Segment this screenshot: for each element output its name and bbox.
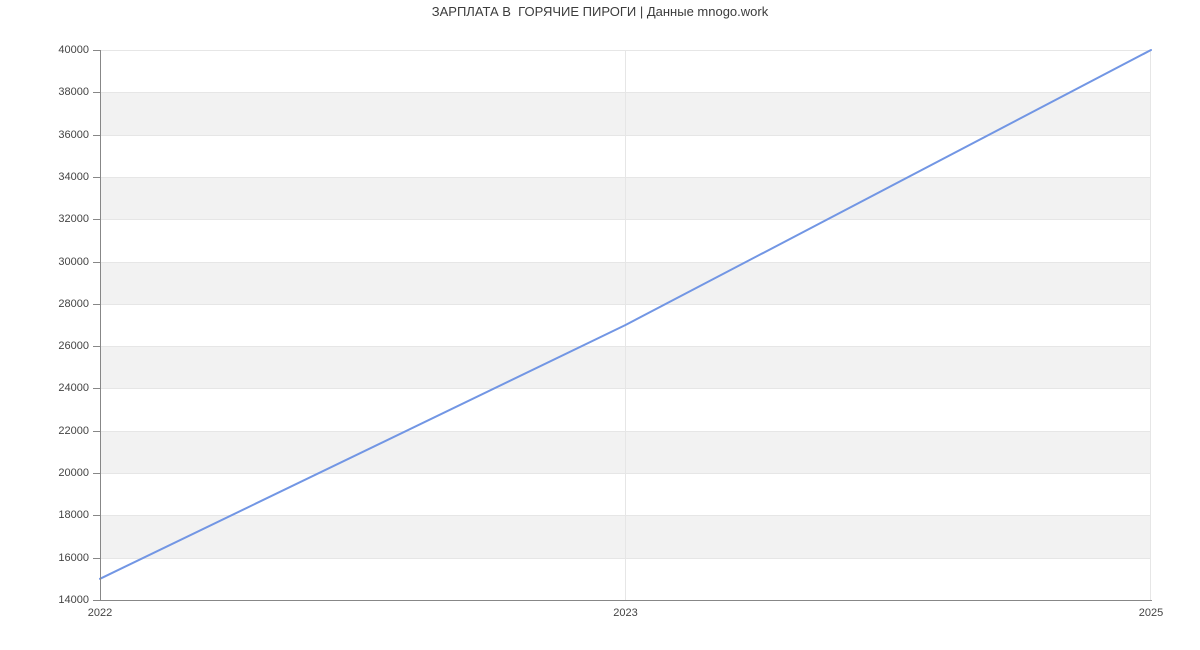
y-tick-mark [93, 50, 100, 51]
y-tick-label: 24000 [58, 382, 89, 395]
chart-title: ЗАРПЛАТА В ГОРЯЧИЕ ПИРОГИ | Данные mnogo… [431, 4, 769, 19]
y-tick-label: 36000 [58, 128, 89, 141]
x-axis-line [100, 600, 1152, 601]
x-tick-label: 2025 [1138, 607, 1164, 619]
y-tick-mark [93, 515, 100, 517]
y-tick-mark [93, 219, 100, 221]
x-tick-label: 2022 [87, 607, 113, 619]
y-tick-label: 30000 [58, 255, 89, 268]
y-tick-label: 34000 [58, 170, 89, 183]
x-tick-label: 2023 [613, 607, 638, 619]
y-tick-label: 22000 [58, 424, 89, 437]
salary-line [99, 49, 1152, 580]
y-tick-mark [93, 134, 100, 136]
y-tick-label: 28000 [58, 297, 89, 310]
y-axis-line [100, 50, 101, 600]
y-tick-label: 26000 [58, 340, 89, 353]
y-tick-mark [93, 557, 100, 559]
y-tick-mark [93, 303, 100, 305]
y-tick-label: 38000 [58, 86, 89, 99]
plot-area [99, 49, 1152, 600]
y-tick-mark [93, 176, 100, 178]
y-tick-mark [93, 600, 100, 601]
y-tick-label: 18000 [58, 509, 89, 522]
y-tick-mark [93, 92, 100, 94]
salary-chart: ЗАРПЛАТА В ГОРЯЧИЕ ПИРОГИ | Данные mnogo… [0, 0, 1200, 650]
y-tick-mark [93, 473, 100, 475]
y-tick-mark [93, 261, 100, 263]
line-layer [99, 49, 1152, 580]
y-tick-mark [93, 430, 100, 432]
y-tick-mark [93, 388, 100, 390]
y-tick-label: 20000 [58, 467, 89, 480]
y-tick-label: 40000 [58, 44, 89, 56]
y-tick-label: 32000 [58, 213, 89, 226]
y-tick-label: 14000 [58, 594, 89, 606]
y-tick-mark [93, 346, 100, 348]
y-tick-label: 16000 [58, 551, 89, 564]
